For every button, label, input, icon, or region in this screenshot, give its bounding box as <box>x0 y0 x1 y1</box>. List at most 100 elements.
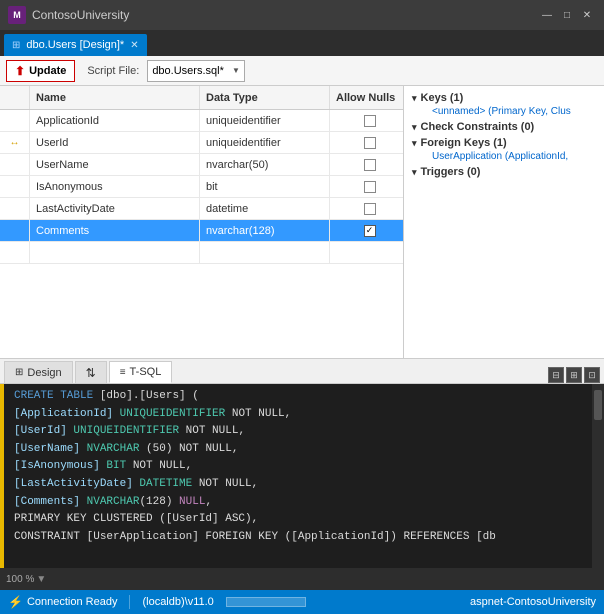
property-section-header[interactable]: ▾Check Constraints (0) <box>412 121 596 133</box>
row-icon-cell <box>0 220 30 241</box>
update-button[interactable]: ⬆ Update <box>6 60 75 82</box>
scroll-thumb[interactable] <box>594 390 602 420</box>
section-label: Keys (1) <box>421 92 464 104</box>
table-row[interactable]: ↔UserIduniqueidentifier <box>0 132 403 154</box>
row-null-cell[interactable] <box>330 242 404 263</box>
property-item[interactable]: <unnamed> (Primary Key, Clus <box>432 106 596 117</box>
document-tab[interactable]: ⊞ dbo.Users [Design]* ✕ <box>4 34 147 56</box>
sql-token: CREATE <box>14 390 54 402</box>
row-null-cell[interactable] <box>330 154 404 175</box>
property-section-header[interactable]: ▾ Triggers (0) <box>412 166 596 178</box>
row-null-cell[interactable] <box>330 220 404 241</box>
allow-null-checkbox[interactable] <box>364 181 376 193</box>
row-name-cell <box>30 242 200 263</box>
section-arrow-icon: ▾ <box>412 93 417 104</box>
property-section: ▾ Triggers (0) <box>412 166 596 178</box>
sql-editor: CREATE TABLE [dbo].[Users] ( [Applicatio… <box>0 384 604 568</box>
section-arrow-icon: ▾ <box>412 122 417 133</box>
tab-tsql[interactable]: ≡ T-SQL <box>109 361 173 383</box>
col-name-header: Name <box>30 86 200 109</box>
tab-design-label: Design <box>27 367 61 379</box>
sql-line: CONSTRAINT [UserApplication] FOREIGN KEY… <box>14 529 586 547</box>
window-controls: — □ ✕ <box>538 6 596 24</box>
row-null-cell[interactable] <box>330 110 404 131</box>
app-icon: M <box>8 6 26 24</box>
row-name-cell: Comments <box>30 220 200 241</box>
allow-null-checkbox[interactable] <box>364 159 376 171</box>
view-btn-1[interactable]: ⊟ <box>548 367 564 383</box>
row-icon-cell <box>0 176 30 197</box>
sql-token: (128) <box>139 496 179 508</box>
properties-panel: ▾ Keys (1) <unnamed> (Primary Key, Clus ▾Ch… <box>404 86 604 358</box>
sql-token: UNIQUEIDENTIFIER <box>120 408 226 420</box>
table-grid: Name Data Type Allow Nulls ApplicationId… <box>0 86 404 358</box>
sql-token: CONSTRAINT [UserApplication] FOREIGN KEY… <box>14 531 496 543</box>
sql-token: [dbo].[Users] ( <box>100 390 199 402</box>
sql-token: NOT NULL, <box>179 425 245 437</box>
sql-token: BIT <box>106 460 126 472</box>
sql-token: [ApplicationId] <box>14 408 120 420</box>
toolbar: ⬆ Update Script File: dbo.Users.sql* ▼ <box>0 56 604 86</box>
property-section: ▾Foreign Keys (1) UserApplication (Applic… <box>412 137 596 162</box>
tab-separator[interactable]: ⇅ <box>75 361 107 383</box>
sort-icon: ⇅ <box>86 366 96 380</box>
section-arrow-icon: ▾ <box>412 138 417 149</box>
row-icon-cell: ↔ <box>0 132 30 153</box>
section-arrow-icon: ▾ <box>412 167 417 178</box>
tab-close-button[interactable]: ✕ <box>130 40 138 51</box>
table-row[interactable]: Commentsnvarchar(128) <box>0 220 403 242</box>
sql-line: PRIMARY KEY CLUSTERED ([UserId] ASC), <box>14 511 586 529</box>
sql-token: NVARCHAR <box>87 496 140 508</box>
view-btn-3[interactable]: ⊡ <box>584 367 600 383</box>
view-btn-2[interactable]: ⊞ <box>566 367 582 383</box>
sql-scrollbar[interactable] <box>592 384 604 568</box>
sql-content[interactable]: CREATE TABLE [dbo].[Users] ( [Applicatio… <box>8 384 592 568</box>
title-bar: M ContosoUniversity — □ ✕ <box>0 0 604 30</box>
minimize-button[interactable]: — <box>538 6 556 24</box>
sql-token: NOT NULL, <box>192 478 258 490</box>
sql-token: (50) NOT NULL, <box>139 443 238 455</box>
table-row[interactable]: ApplicationIduniqueidentifier <box>0 110 403 132</box>
sql-token: NOT NULL, <box>126 460 192 472</box>
tab-tsql-label: T-SQL <box>130 366 162 378</box>
row-type-cell <box>200 242 330 263</box>
restore-button[interactable]: □ <box>558 6 576 24</box>
row-name-cell: UserName <box>30 154 200 175</box>
table-row[interactable]: LastActivityDatedatetime <box>0 198 403 220</box>
upload-icon: ⬆ <box>15 64 25 78</box>
allow-null-checkbox[interactable] <box>364 225 376 237</box>
property-item[interactable]: UserApplication (ApplicationId, <box>432 151 596 162</box>
props-body: ▾ Keys (1) <unnamed> (Primary Key, Clus ▾Ch… <box>412 92 596 178</box>
property-section-header[interactable]: ▾Foreign Keys (1) <box>412 137 596 149</box>
row-icon-cell <box>0 242 30 263</box>
close-button[interactable]: ✕ <box>578 6 596 24</box>
tsql-icon: ≡ <box>120 367 126 378</box>
app-title: ContosoUniversity <box>32 8 538 22</box>
script-file-label: Script File: <box>87 65 139 77</box>
grid-header: Name Data Type Allow Nulls <box>0 86 403 110</box>
property-section-header[interactable]: ▾ Keys (1) <box>412 92 596 104</box>
table-row[interactable]: UserNamenvarchar(50) <box>0 154 403 176</box>
tab-design[interactable]: ⊞ Design <box>4 361 73 383</box>
row-type-cell: nvarchar(50) <box>200 154 330 175</box>
server-text: (localdb)\v11.0 <box>142 596 213 608</box>
script-file-dropdown[interactable]: dbo.Users.sql* ▼ <box>147 60 245 82</box>
section-label: Triggers (0) <box>421 166 481 178</box>
row-name-cell: IsAnonymous <box>30 176 200 197</box>
allow-null-checkbox[interactable] <box>364 137 376 149</box>
row-null-cell[interactable] <box>330 198 404 219</box>
row-icon-cell <box>0 110 30 131</box>
row-null-cell[interactable] <box>330 176 404 197</box>
zoom-arrow[interactable]: ▼ <box>36 574 46 585</box>
row-null-cell[interactable] <box>330 132 404 153</box>
sql-token: DATETIME <box>139 478 192 490</box>
document-tab-bar: ⊞ dbo.Users [Design]* ✕ <box>0 30 604 56</box>
allow-null-checkbox[interactable] <box>364 115 376 127</box>
table-row[interactable]: IsAnonymousbit <box>0 176 403 198</box>
allow-null-checkbox[interactable] <box>364 203 376 215</box>
row-name-cell: UserId <box>30 132 200 153</box>
table-row[interactable] <box>0 242 403 264</box>
table-icon: ⊞ <box>12 40 20 51</box>
tab-label: dbo.Users [Design]* <box>26 39 124 51</box>
row-type-cell: bit <box>200 176 330 197</box>
